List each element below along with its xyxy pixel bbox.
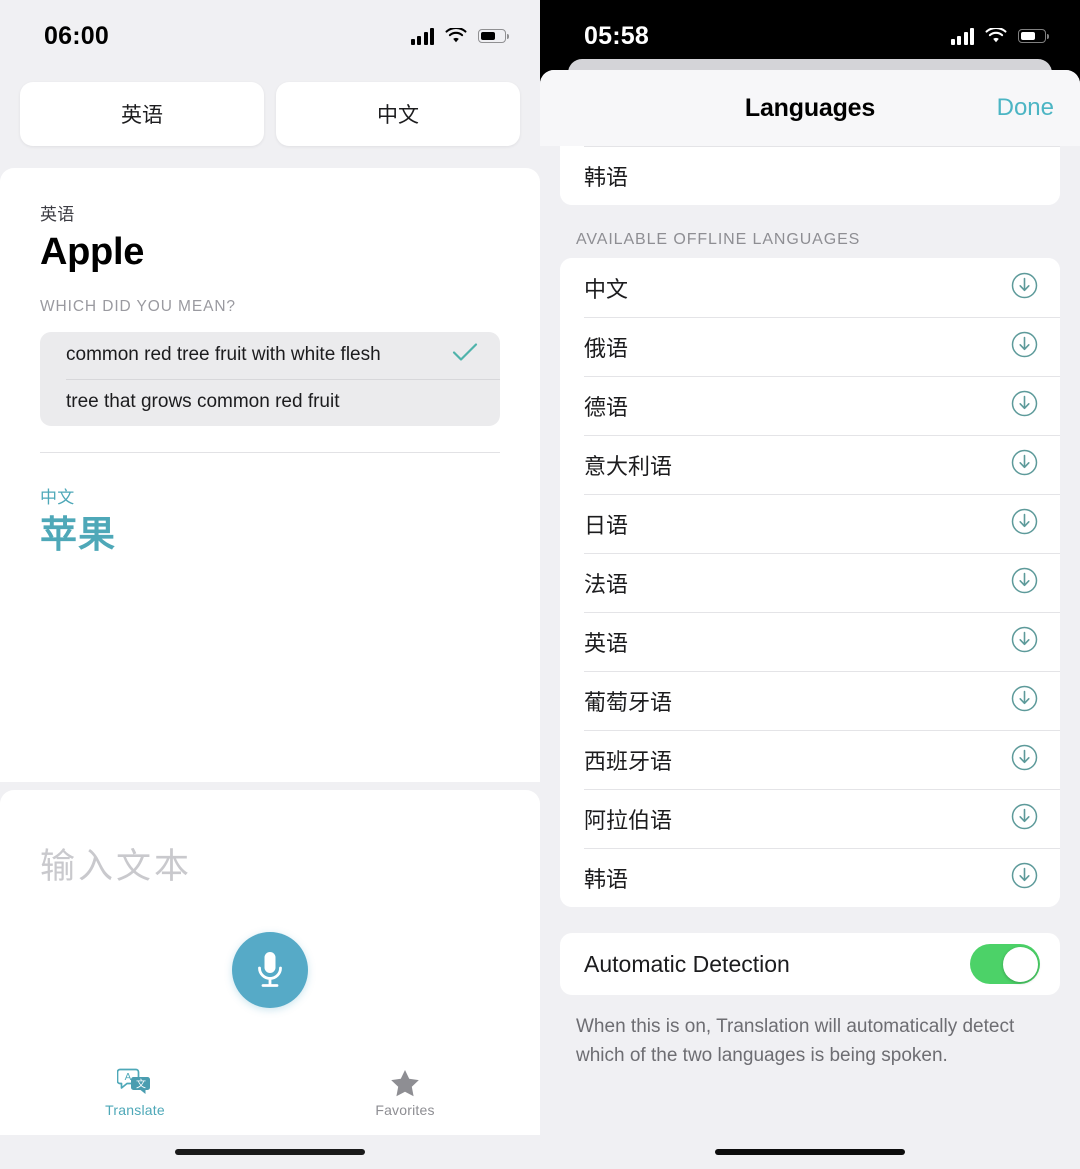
language-label: 德语 xyxy=(584,394,629,420)
language-label: 日语 xyxy=(584,512,629,538)
battery-icon xyxy=(1018,29,1050,43)
download-circle-icon[interactable] xyxy=(1011,508,1038,540)
download-circle-icon[interactable] xyxy=(1011,744,1038,776)
microphone-button[interactable] xyxy=(232,932,308,1008)
language-row[interactable]: 中文 xyxy=(560,258,1060,317)
automatic-detection-toggle[interactable] xyxy=(970,944,1040,984)
language-row[interactable]: 西班牙语 xyxy=(560,730,1060,789)
language-label: 法语 xyxy=(584,571,629,597)
tab-favorites[interactable]: Favorites xyxy=(270,1055,540,1135)
tab-favorites-label: Favorites xyxy=(375,1102,435,1118)
automatic-detection-row[interactable]: Automatic Detection xyxy=(560,933,1060,995)
svg-text:A: A xyxy=(125,1072,132,1083)
language-label: 俄语 xyxy=(584,335,629,361)
translated-word: 苹果 xyxy=(40,513,116,555)
target-language-caption: 中文 xyxy=(40,487,75,507)
done-button[interactable]: Done xyxy=(997,94,1054,122)
language-selector: 英语 中文 xyxy=(20,82,520,146)
status-time: 06:00 xyxy=(44,21,109,50)
language-label: 英语 xyxy=(584,630,629,656)
wifi-icon xyxy=(985,28,1007,44)
language-row[interactable]: 意大利语 xyxy=(560,435,1060,494)
translation-card: 英语 Apple WHICH DID YOU MEAN? common red … xyxy=(0,168,540,782)
automatic-detection-label: Automatic Detection xyxy=(584,950,790,977)
download-circle-icon[interactable] xyxy=(1011,449,1038,481)
language-label: 中文 xyxy=(584,276,629,302)
star-icon xyxy=(391,1070,419,1097)
tab-translate[interactable]: A 文 Translate xyxy=(0,1055,270,1135)
language-label: 意大利语 xyxy=(584,453,673,479)
option-label: tree that grows common red fruit xyxy=(66,391,340,413)
text-input-card[interactable]: 输入文本 xyxy=(0,790,540,1055)
checkmark-icon xyxy=(452,342,478,368)
download-circle-icon[interactable] xyxy=(1011,862,1038,894)
download-circle-icon[interactable] xyxy=(1011,803,1038,835)
target-language-label: 中文 xyxy=(377,104,419,127)
language-row[interactable]: 葡萄牙语 xyxy=(560,671,1060,730)
download-circle-icon[interactable] xyxy=(1011,685,1038,717)
disambiguation-options: common red tree fruit with white flesh t… xyxy=(40,331,500,426)
language-row[interactable]: 德语 xyxy=(560,376,1060,435)
sheet-title: Languages xyxy=(744,93,876,122)
right-phone-panel: 05:58 Languages Done 韩语 AVAILABLE OFFLIN… xyxy=(540,0,1080,1169)
source-language-label: 英语 xyxy=(121,104,163,127)
language-label: 阿拉伯语 xyxy=(584,807,673,833)
language-row[interactable]: 日语 xyxy=(560,494,1060,553)
status-indicators xyxy=(410,27,510,45)
translate-icon: A 文 xyxy=(117,1068,150,1094)
text-input-placeholder: 输入文本 xyxy=(40,847,193,886)
language-row[interactable]: 俄语 xyxy=(560,317,1060,376)
language-row[interactable]: 阿拉伯语 xyxy=(560,789,1060,848)
language-label: 韩语 xyxy=(584,866,629,892)
dual-phone-screenshot: 06:00 英语 中文 英语 Apple WHICH DID YOU MEAN?… xyxy=(0,0,1080,1169)
tab-bar: A 文 Translate Favorites xyxy=(0,1055,540,1135)
sheet-nav-bar: Languages Done xyxy=(540,70,1080,146)
cellular-bars-icon xyxy=(950,27,974,45)
selected-languages-group: 韩语 xyxy=(560,146,1060,205)
download-circle-icon[interactable] xyxy=(1011,390,1038,422)
automatic-detection-footnote: When this is on, Translation will automa… xyxy=(576,1016,1015,1066)
language-label: 葡萄牙语 xyxy=(584,689,673,715)
svg-text:文: 文 xyxy=(136,1078,146,1091)
status-time: 05:58 xyxy=(584,21,649,50)
download-circle-icon[interactable] xyxy=(1011,567,1038,599)
language-row[interactable]: 韩语 xyxy=(560,146,1060,205)
status-bar-left: 06:00 xyxy=(0,0,540,60)
home-indicator xyxy=(175,1149,365,1155)
disambiguation-option[interactable]: tree that grows common red fruit xyxy=(40,378,500,426)
status-indicators xyxy=(950,27,1050,45)
source-word: Apple xyxy=(40,231,145,273)
offline-languages-group: 中文俄语德语意大利语日语法语英语葡萄牙语西班牙语阿拉伯语韩语 xyxy=(560,258,1060,907)
source-language-pill[interactable]: 英语 xyxy=(20,82,264,146)
left-phone-panel: 06:00 英语 中文 英语 Apple WHICH DID YOU MEAN?… xyxy=(0,0,540,1169)
target-language-pill[interactable]: 中文 xyxy=(276,82,520,146)
languages-sheet: Languages Done 韩语 AVAILABLE OFFLINE LANG… xyxy=(540,70,1080,1169)
section-header-offline: AVAILABLE OFFLINE LANGUAGES xyxy=(576,231,861,248)
home-indicator xyxy=(715,1149,905,1155)
status-bar-right: 05:58 xyxy=(540,0,1080,60)
source-language-caption: 英语 xyxy=(40,205,75,224)
cellular-bars-icon xyxy=(410,27,434,45)
disambiguation-header: WHICH DID YOU MEAN? xyxy=(40,297,236,315)
language-label: 西班牙语 xyxy=(584,748,673,774)
download-circle-icon[interactable] xyxy=(1011,331,1038,363)
disambiguation-option[interactable]: common red tree fruit with white flesh xyxy=(40,332,500,379)
language-row[interactable]: 韩语 xyxy=(560,848,1060,907)
microphone-icon xyxy=(258,952,282,987)
tab-translate-label: Translate xyxy=(105,1102,165,1118)
battery-icon xyxy=(478,29,510,43)
language-row[interactable]: 英语 xyxy=(560,612,1060,671)
download-circle-icon[interactable] xyxy=(1011,272,1038,304)
language-label: 韩语 xyxy=(584,164,629,190)
wifi-icon xyxy=(445,28,467,44)
option-label: common red tree fruit with white flesh xyxy=(66,344,381,366)
divider xyxy=(40,451,500,453)
download-circle-icon[interactable] xyxy=(1011,626,1038,658)
sheet-content: 韩语 AVAILABLE OFFLINE LANGUAGES 中文俄语德语意大利… xyxy=(540,146,1080,1169)
language-row[interactable]: 法语 xyxy=(560,553,1060,612)
